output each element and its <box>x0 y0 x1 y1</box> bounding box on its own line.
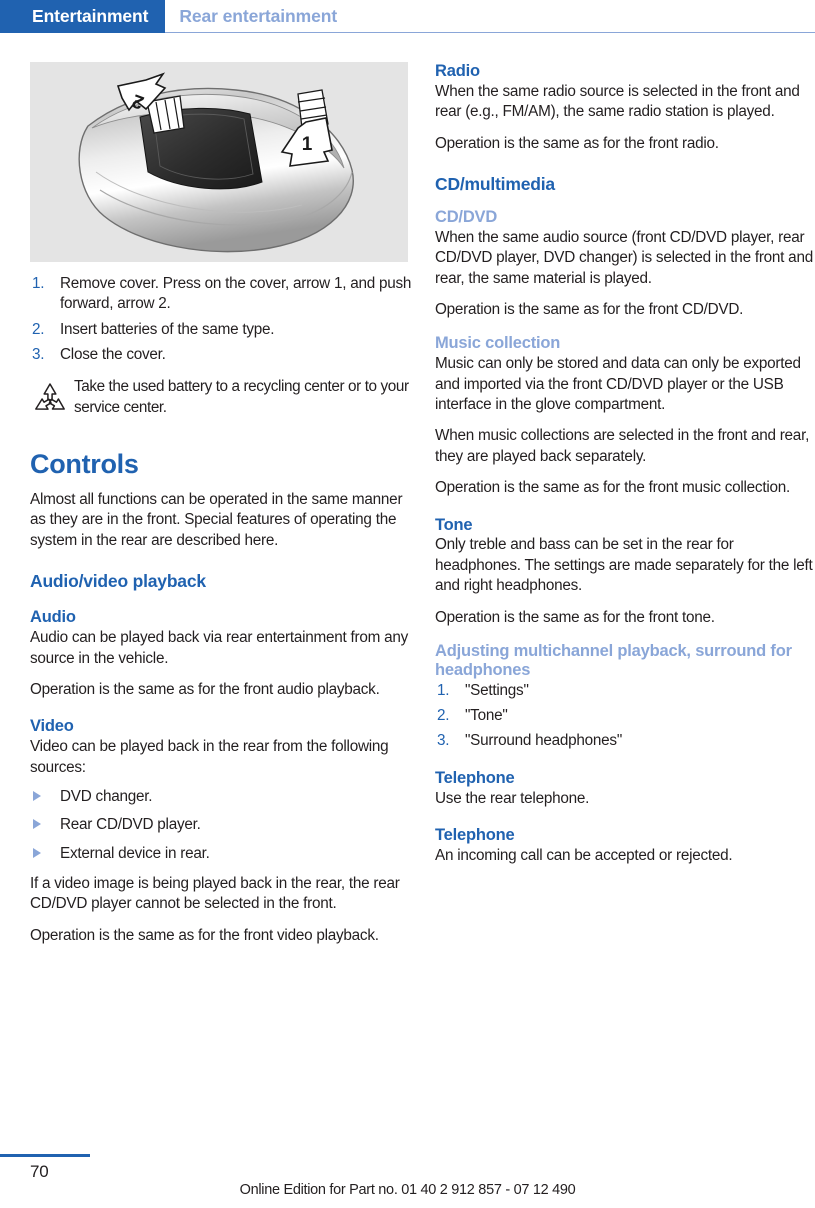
controls-intro-text: Almost all functions can be operated in … <box>30 491 403 549</box>
heading-audio-video-playback: Audio/video playback <box>30 571 206 592</box>
list-item: External device in rear. <box>30 844 413 864</box>
list-item: Close the cover. <box>32 345 166 366</box>
list-item: Remove cover. Press on the cover, arrow … <box>32 274 412 313</box>
video-sources-list: DVD changer. Rear CD/DVD player. Externa… <box>30 787 413 864</box>
cd-dvd-paragraph-1: When the same audio source (front CD/DVD… <box>435 229 813 287</box>
recycling-note-text: Take the used battery to a recycling cen… <box>74 378 409 416</box>
tone-paragraph-2: Operation is the same as for the front t… <box>435 608 715 626</box>
surround-steps-list: "Settings" "Tone" "Surround headphones" <box>435 681 815 752</box>
header-chapter-tab[interactable]: Entertainment <box>0 0 166 33</box>
list-item: Rear CD/DVD player. <box>30 815 413 835</box>
heading-telephone-2: Telephone <box>435 826 515 845</box>
page-header: Entertainment Rear entertainment <box>0 0 815 33</box>
page-footer: 70 Online Edition for Part no. 01 40 2 9… <box>0 1146 815 1208</box>
left-column: 2 1 Remove cover. Press on the cover, ar… <box>30 62 413 957</box>
list-item: "Surround headphones" <box>437 731 623 752</box>
telephone-paragraph-1: Use the rear telephone. <box>435 789 590 807</box>
heading-cd-multimedia: CD/multimedia <box>435 174 555 194</box>
list-item: Insert batteries of the same type. <box>32 320 275 341</box>
music-paragraph-1: Music can only be stored and data can on… <box>435 355 801 414</box>
heading-controls: Controls <box>30 449 139 480</box>
video-paragraph-2: Operation is the same as for the front v… <box>30 926 379 944</box>
edition-notice: Online Edition for Part no. 01 40 2 912 … <box>239 1182 576 1198</box>
video-paragraph-1: If a video image is being played back in… <box>30 874 400 913</box>
bullet-triangle-icon <box>33 790 41 801</box>
bullet-triangle-icon <box>33 819 41 830</box>
header-section-title: Rear entertainment <box>165 0 815 33</box>
heading-cd-dvd: CD/DVD <box>435 208 498 227</box>
radio-paragraph-2: Operation is the same as for the front r… <box>435 134 719 152</box>
audio-paragraph-2: Operation is the same as for the front a… <box>30 680 380 698</box>
heading-audio: Audio <box>30 608 76 627</box>
music-paragraph-3: Operation is the same as for the front m… <box>435 479 790 497</box>
battery-steps-list: Remove cover. Press on the cover, arrow … <box>30 274 413 366</box>
cd-dvd-paragraph-2: Operation is the same as for the front C… <box>435 301 744 319</box>
page-number: 70 <box>30 1162 49 1181</box>
recycling-note: Take the used battery to a recycling cen… <box>30 377 413 424</box>
list-item-label: Rear CD/DVD player. <box>60 816 201 834</box>
list-item-label: External device in rear. <box>60 844 210 862</box>
right-column: Radio When the same radio source is sele… <box>435 62 815 877</box>
telephone-paragraph-2: An incoming call can be accepted or reje… <box>435 847 733 865</box>
heading-telephone-1: Telephone <box>435 768 515 787</box>
radio-paragraph-1: When the same radio source is selected i… <box>435 82 800 121</box>
video-intro-text: Video can be played back in the rear fro… <box>30 738 389 776</box>
audio-paragraph-1: Audio can be played back via rear entert… <box>30 629 408 667</box>
list-item-label: DVD changer. <box>60 787 153 805</box>
heading-music-collection: Music collection <box>435 334 561 353</box>
svg-text:1: 1 <box>302 134 313 155</box>
recycle-icon <box>30 377 74 424</box>
figure-remote-control: 2 1 <box>30 62 408 262</box>
heading-tone: Tone <box>435 515 473 534</box>
list-item: "Tone" <box>437 706 508 727</box>
music-paragraph-2: When music collections are selected in t… <box>435 427 810 465</box>
bullet-triangle-icon <box>33 847 41 858</box>
remote-control-illustration: 2 1 <box>78 72 354 253</box>
heading-adjusting-multichannel-playback: Adjusting multichannel playback, surroun… <box>435 641 792 679</box>
footer-rule <box>0 1154 90 1157</box>
heading-video: Video <box>30 717 74 736</box>
heading-radio: Radio <box>435 62 480 80</box>
manual-page: Entertainment Rear entertainment 2 1 Rem… <box>0 0 815 1208</box>
tone-paragraph-1: Only treble and bass can be set in the r… <box>435 536 813 595</box>
list-item: DVD changer. <box>30 787 413 807</box>
list-item: "Settings" <box>437 681 529 702</box>
